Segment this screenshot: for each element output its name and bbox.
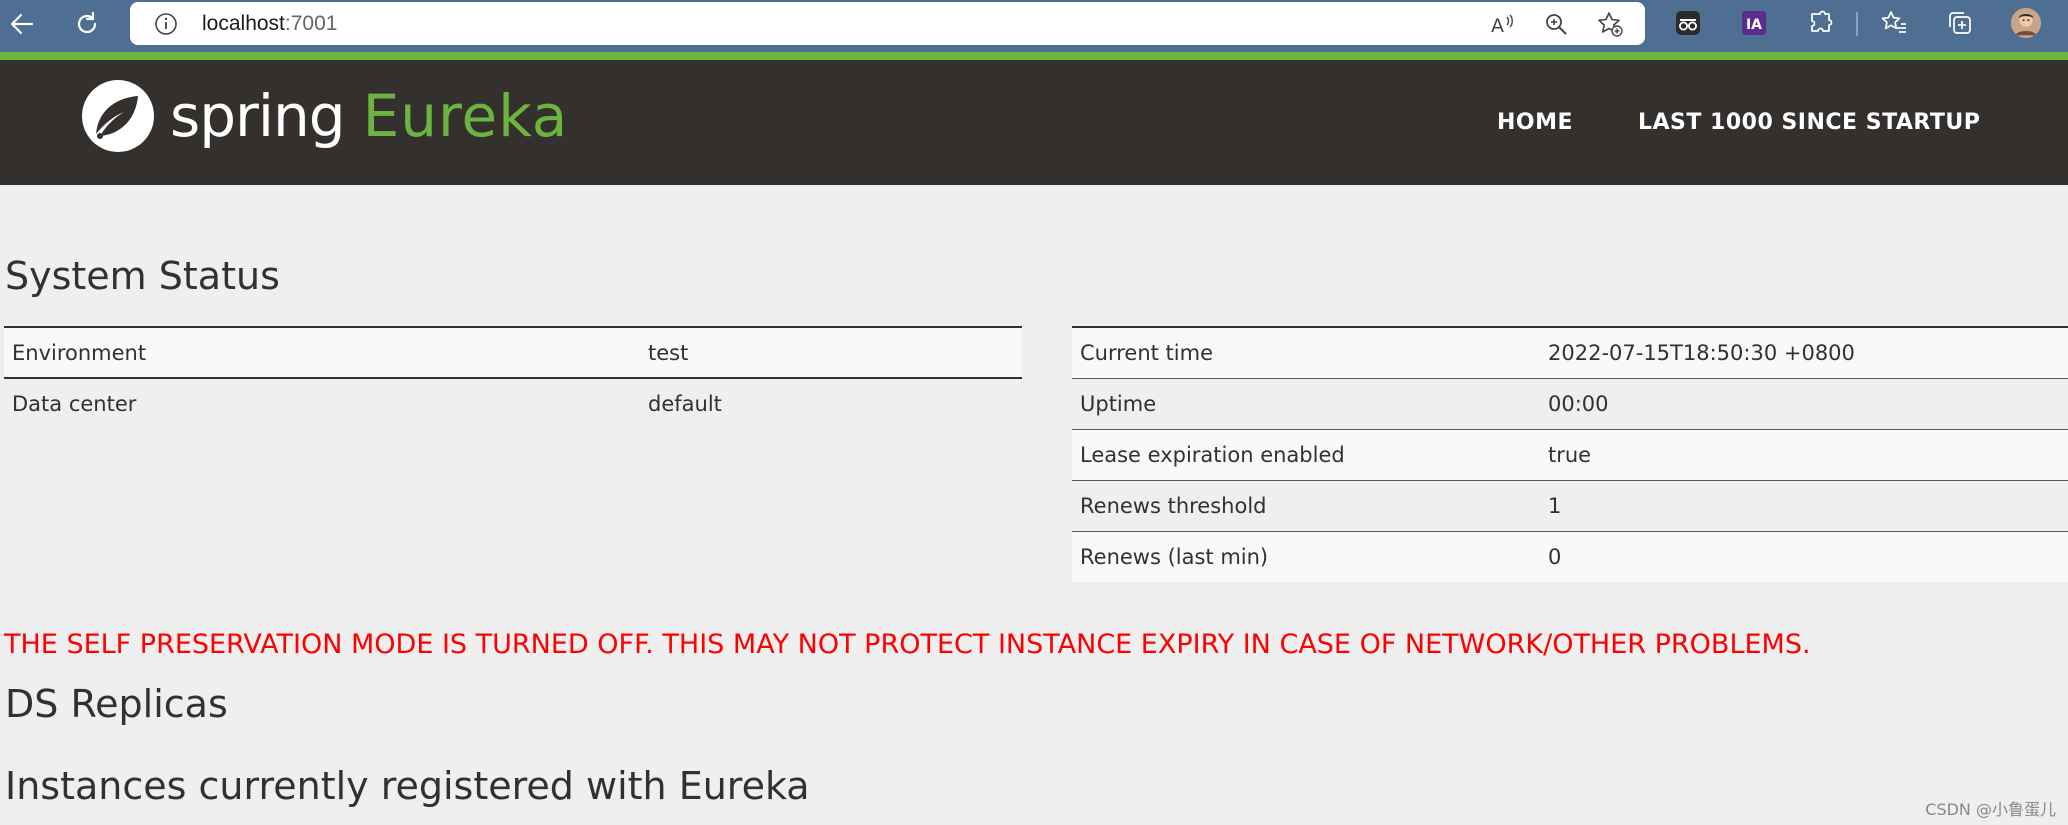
url-port: :7001: [284, 12, 338, 35]
url-host: localhost: [202, 12, 285, 35]
status-value: 00:00: [1548, 391, 1609, 416]
toolbar-separator: [1856, 12, 1858, 36]
ds-replicas-heading: DS Replicas: [5, 682, 228, 726]
collections-icon[interactable]: [1944, 7, 1976, 39]
svg-text:A: A: [1491, 15, 1504, 37]
info-icon[interactable]: [154, 12, 178, 36]
brand-spring-text: spring: [170, 82, 346, 150]
favorites-icon[interactable]: [1878, 7, 1910, 39]
system-status-right-table: Current time 2022-07-15T18:50:30 +0800 U…: [1072, 326, 2068, 582]
status-label: Renews (last min): [1080, 544, 1269, 569]
ia-extension-icon[interactable]: IA: [1738, 7, 1770, 39]
table-row: Lease expiration enabled true: [1072, 429, 2068, 480]
status-value: test: [648, 340, 689, 365]
spring-eureka-logo[interactable]: spring Eureka: [80, 76, 568, 156]
status-label: Data center: [12, 392, 137, 416]
back-arrow-icon[interactable]: [4, 6, 40, 42]
url-text[interactable]: localhost:7001: [202, 11, 337, 37]
browser-toolbar: localhost:7001 A IA: [0, 0, 2068, 52]
watermark: CSDN @小鲁蛋儿: [1925, 800, 2056, 819]
table-row: Environment test: [4, 327, 1022, 378]
instances-heading: Instances currently registered with Eure…: [5, 764, 810, 808]
status-label: Renews threshold: [1080, 493, 1267, 518]
table-row: Renews (last min) 0: [1072, 531, 2068, 582]
nav-last1000-link[interactable]: LAST 1000 SINCE STARTUP: [1638, 110, 1980, 135]
zoom-icon[interactable]: [1542, 10, 1570, 38]
status-label: Lease expiration enabled: [1080, 442, 1345, 467]
address-bar[interactable]: localhost:7001 A: [130, 2, 1645, 45]
status-label: Uptime: [1080, 391, 1157, 416]
brand-eureka-text: Eureka: [362, 82, 569, 150]
incognito-extension-icon[interactable]: [1672, 7, 1704, 39]
system-status-heading: System Status: [5, 254, 280, 298]
nav-home-link[interactable]: HOME: [1497, 110, 1573, 135]
status-value: 2022-07-15T18:50:30 +0800: [1548, 340, 1855, 365]
system-status-left-table: Environment test Data center default: [4, 326, 1022, 429]
status-value: 0: [1548, 544, 1562, 569]
add-favorite-icon[interactable]: [1596, 10, 1624, 38]
table-row: Data center default: [4, 378, 1022, 429]
status-value: true: [1548, 442, 1592, 467]
eureka-navbar: spring Eureka HOME LAST 1000 SINCE START…: [0, 60, 2068, 185]
table-row: Uptime 00:00: [1072, 378, 2068, 429]
profile-avatar-icon[interactable]: [2010, 7, 2042, 39]
status-label: Environment: [12, 340, 147, 365]
table-row: Current time 2022-07-15T18:50:30 +0800: [1072, 327, 2068, 378]
puzzle-extension-icon[interactable]: [1805, 7, 1837, 39]
read-aloud-icon[interactable]: A: [1488, 10, 1516, 38]
accent-rule: [0, 52, 2068, 60]
table-row: Renews threshold 1: [1072, 480, 2068, 531]
refresh-icon[interactable]: [69, 6, 105, 42]
status-value: default: [648, 392, 722, 416]
self-preservation-warning: THE SELF PRESERVATION MODE IS TURNED OFF…: [4, 629, 1811, 660]
status-label: Current time: [1080, 340, 1213, 365]
svg-text:IA: IA: [1746, 17, 1762, 33]
status-value: 1: [1548, 493, 1562, 518]
spring-leaf-icon: [82, 80, 154, 152]
